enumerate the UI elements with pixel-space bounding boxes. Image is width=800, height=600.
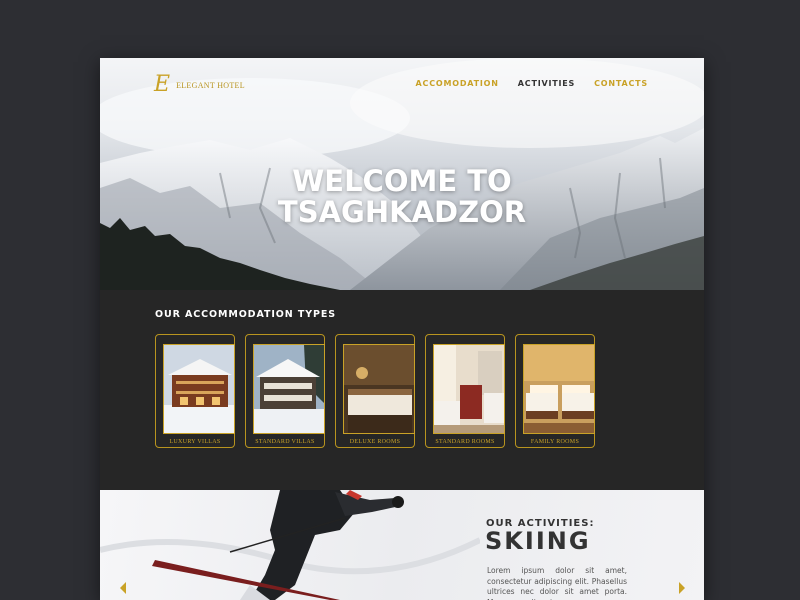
- card-label: LUXURY VILLAS: [169, 439, 221, 445]
- chalet-photo-icon: [163, 344, 235, 434]
- hero-section: E ELEGANT HOTEL ACCOMODATION ACTIVITIES …: [100, 58, 704, 290]
- card-label: DELUXE ROOMS: [349, 439, 401, 445]
- hotel-page: E ELEGANT HOTEL ACCOMODATION ACTIVITIES …: [100, 58, 704, 600]
- card-luxury-villas[interactable]: LUXURY VILLAS: [155, 334, 235, 448]
- carousel-next-icon[interactable]: [679, 582, 685, 594]
- logo-mark-icon: E: [154, 72, 171, 97]
- accommodation-cards: LUXURY VILLAS STANDARD VILLAS DELUXE ROO…: [155, 334, 595, 448]
- hero-title-line2: TSAGHKADZOR: [277, 195, 527, 229]
- activities-section: OUR ACTIVITIES: SKIING Lorem ipsum dolor…: [100, 490, 704, 600]
- card-family-rooms[interactable]: FAMILY ROOMS: [515, 334, 595, 448]
- card-standard-rooms[interactable]: STANDARD ROOMS: [425, 334, 505, 448]
- accommodation-title: OUR ACCOMMODATION TYPES: [155, 309, 336, 320]
- nav-accomodation[interactable]: ACCOMODATION: [416, 79, 499, 88]
- activities-title: SKIING: [485, 527, 591, 555]
- card-label: FAMILY ROOMS: [530, 439, 580, 445]
- hero-title: WELCOME TO TSAGHKADZOR: [100, 166, 704, 228]
- hotel-logo[interactable]: E ELEGANT HOTEL: [154, 74, 245, 96]
- main-nav: ACCOMODATION ACTIVITIES CONTACTS: [416, 79, 648, 88]
- carousel-prev-icon[interactable]: [120, 582, 126, 594]
- nav-activities[interactable]: ACTIVITIES: [518, 79, 575, 88]
- room-photo-icon: [433, 344, 505, 434]
- chalet-photo-icon: [253, 344, 325, 434]
- hero-title-line1: WELCOME TO: [292, 164, 512, 198]
- nav-contacts[interactable]: CONTACTS: [594, 79, 648, 88]
- skier-image: [100, 490, 480, 600]
- room-photo-icon: [523, 344, 595, 434]
- card-standard-villas[interactable]: STANDARD VILLAS: [245, 334, 325, 448]
- room-photo-icon: [343, 344, 415, 434]
- card-label: STANDARD ROOMS: [435, 439, 495, 445]
- activities-description: Lorem ipsum dolor sit amet, consectetur …: [487, 566, 627, 600]
- accommodation-section: OUR ACCOMMODATION TYPES LUXURY VILLAS ST…: [100, 290, 704, 490]
- card-deluxe-rooms[interactable]: DELUXE ROOMS: [335, 334, 415, 448]
- card-label: STANDARD VILLAS: [255, 439, 315, 445]
- logo-text: ELEGANT HOTEL: [176, 80, 245, 90]
